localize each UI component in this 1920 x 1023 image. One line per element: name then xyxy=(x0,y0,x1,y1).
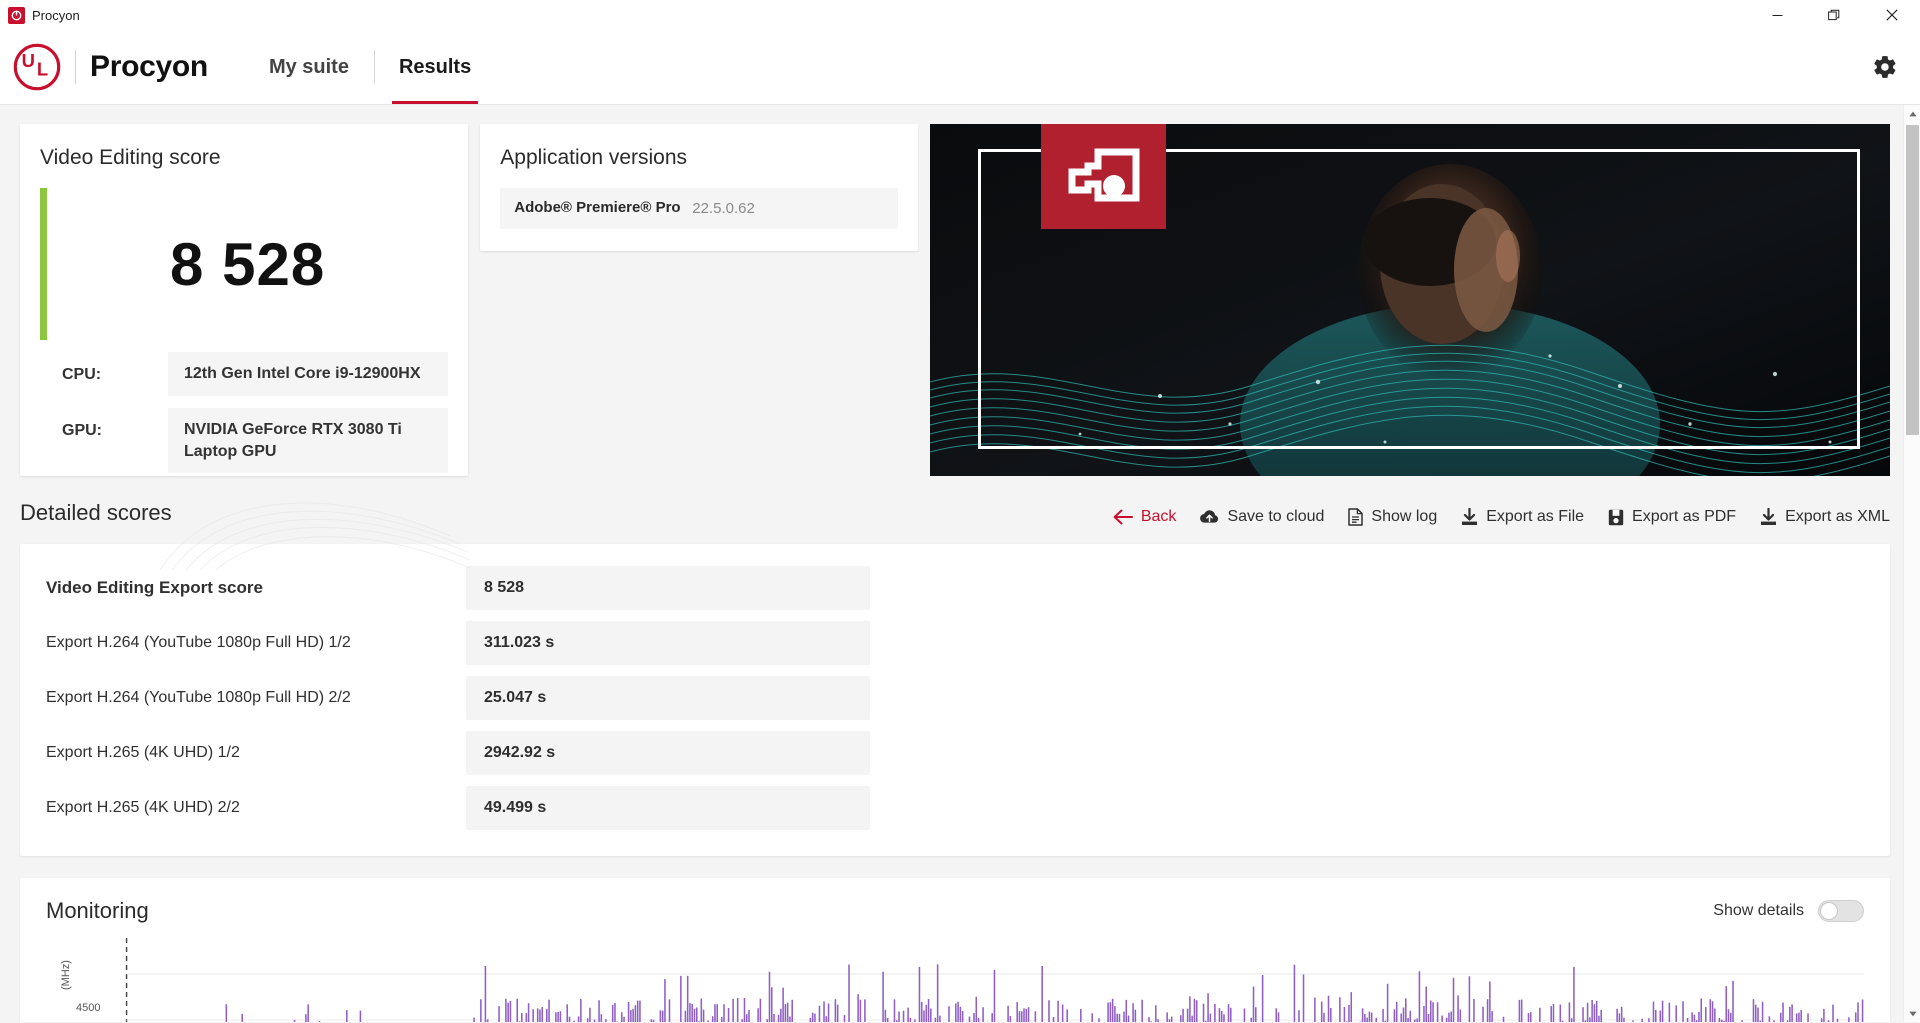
scroll-down-arrow[interactable] xyxy=(1904,1005,1920,1022)
cloud-upload-icon xyxy=(1200,510,1219,523)
detailed-scores-title: Detailed scores xyxy=(20,500,172,525)
monitoring-card: Monitoring Show details (MHz) 4500 xyxy=(20,878,1890,1022)
back-label: Back xyxy=(1140,508,1177,525)
svg-text:L: L xyxy=(37,58,48,79)
monitoring-header: Monitoring Show details xyxy=(46,898,1864,924)
results-toolbar: Back Save to cloud Show log Export as Fi… xyxy=(1113,508,1890,526)
table-row: Export H.264 (YouTube 1080p Full HD) 1/2… xyxy=(46,621,1864,665)
export-as-xml-button[interactable]: Export as XML xyxy=(1760,508,1890,526)
tab-results[interactable]: Results xyxy=(373,30,496,104)
document-icon xyxy=(1348,508,1364,526)
export-as-xml-label: Export as XML xyxy=(1785,508,1890,525)
ul-logo: U L xyxy=(13,43,61,91)
score-card-title: Video Editing score xyxy=(40,146,221,169)
export-as-file-label: Export as File xyxy=(1486,508,1585,525)
score-value: 8 528 xyxy=(170,231,326,298)
cpu-label: CPU: xyxy=(62,366,102,383)
main-nav: My suite Results xyxy=(244,30,496,104)
score-body: 8 528 xyxy=(40,188,448,340)
app-name: Adobe® Premiere® Pro xyxy=(514,199,681,216)
cpu-value: 12th Gen Intel Core i9-12900HX xyxy=(168,352,449,396)
row-label: Export H.264 (YouTube 1080p Full HD) 2/2 xyxy=(46,689,351,706)
row-value: 49.499 s xyxy=(466,786,870,830)
monitoring-trace xyxy=(125,938,1864,1022)
show-details-label: Show details xyxy=(1713,902,1804,919)
show-details-toggle[interactable] xyxy=(1818,900,1864,922)
hero-banner xyxy=(930,124,1890,476)
gpu-value: NVIDIA GeForce RTX 3080 Ti Laptop GPU xyxy=(168,408,449,474)
gpu-label: GPU: xyxy=(62,422,102,439)
show-details-control: Show details xyxy=(1713,900,1864,922)
summary-row: Video Editing score 8 528 CPU: 12th Gen … xyxy=(20,124,1890,476)
tab-results-label: Results xyxy=(398,55,472,78)
scroll-content: Video Editing score 8 528 CPU: 12th Gen … xyxy=(0,105,1920,1022)
score-card: Video Editing score 8 528 CPU: 12th Gen … xyxy=(20,124,469,476)
save-disk-icon xyxy=(1608,509,1624,525)
vertical-scrollbar[interactable] xyxy=(1903,105,1920,1022)
row-value: 311.023 s xyxy=(466,621,870,665)
show-log-label: Show log xyxy=(1371,508,1438,525)
score-accent-bar xyxy=(40,188,47,340)
monitoring-y-axis-label: (MHz) xyxy=(60,960,72,990)
scrollbar-thumb[interactable] xyxy=(1906,125,1919,435)
app-header: U L Procyon My suite Results xyxy=(0,30,1920,105)
row-label: Video Editing Export score xyxy=(46,578,263,597)
restore-icon xyxy=(1828,9,1840,20)
monitoring-y-tick: 4500 xyxy=(76,1002,101,1014)
window-controls xyxy=(1749,0,1920,30)
procyon-power-icon xyxy=(8,6,25,24)
tab-my-suite[interactable]: My suite xyxy=(244,30,374,104)
row-value: 2942.92 s xyxy=(466,731,870,775)
application-versions-title: Application versions xyxy=(500,146,688,169)
window-titlebar: Procyon xyxy=(0,0,1920,30)
application-versions-card: Application versions Adobe® Premiere® Pr… xyxy=(480,124,918,251)
spec-row-cpu: CPU: 12th Gen Intel Core i9-12900HX xyxy=(40,352,449,396)
monitoring-chart: (MHz) 4500 xyxy=(46,938,1864,1022)
row-label: Export H.265 (4K UHD) 1/2 xyxy=(46,744,240,761)
spec-row-gpu: GPU: NVIDIA GeForce RTX 3080 Ti Laptop G… xyxy=(40,408,449,474)
brand-name: Procyon xyxy=(90,50,208,83)
export-as-file-button[interactable]: Export as File xyxy=(1461,508,1584,526)
detailed-scores-bar: Detailed scores Back Save to cloud Show … xyxy=(20,500,1890,571)
detailed-scores-table: Video Editing Export score 8 528 Export … xyxy=(20,544,1890,856)
minimize-icon xyxy=(1772,14,1783,16)
window-title: Procyon xyxy=(32,7,80,23)
back-button[interactable]: Back xyxy=(1113,508,1177,526)
maximize-button[interactable] xyxy=(1806,0,1863,30)
scroll-up-arrow[interactable] xyxy=(1904,105,1920,122)
export-as-pdf-label: Export as PDF xyxy=(1632,508,1737,525)
row-value: 8 528 xyxy=(466,566,870,610)
svg-text:U: U xyxy=(22,50,35,71)
close-icon xyxy=(1885,9,1898,21)
titlebar-left: Procyon xyxy=(0,6,80,24)
table-row: Video Editing Export score 8 528 xyxy=(46,566,1864,610)
app-version-row: Adobe® Premiere® Pro 22.5.0.62 xyxy=(500,188,898,229)
show-log-button[interactable]: Show log xyxy=(1348,508,1437,526)
table-row: Export H.264 (YouTube 1080p Full HD) 2/2… xyxy=(46,676,1864,720)
download-icon xyxy=(1462,508,1478,525)
export-as-pdf-button[interactable]: Export as PDF xyxy=(1608,508,1736,526)
save-to-cloud-button[interactable]: Save to cloud xyxy=(1200,508,1324,526)
settings-button[interactable] xyxy=(1872,30,1920,104)
tab-my-suite-label: My suite xyxy=(268,55,349,78)
gear-icon xyxy=(1874,56,1896,78)
close-button[interactable] xyxy=(1863,0,1920,30)
brand-divider xyxy=(75,50,76,84)
toggle-knob xyxy=(1820,902,1838,920)
arrow-left-icon xyxy=(1113,509,1133,525)
brand-area: U L Procyon xyxy=(0,30,208,104)
save-to-cloud-label: Save to cloud xyxy=(1227,508,1325,525)
row-label: Export H.264 (YouTube 1080p Full HD) 1/2 xyxy=(46,634,351,651)
table-row: Export H.265 (4K UHD) 2/2 49.499 s xyxy=(46,786,1864,830)
video-editing-badge-icon xyxy=(1041,124,1166,229)
row-label: Export H.265 (4K UHD) 2/2 xyxy=(46,799,240,816)
minimize-button[interactable] xyxy=(1749,0,1806,30)
download-icon xyxy=(1761,508,1777,525)
table-row: Export H.265 (4K UHD) 1/2 2942.92 s xyxy=(46,731,1864,775)
app-version: 22.5.0.62 xyxy=(692,199,755,217)
monitoring-title: Monitoring xyxy=(46,898,149,923)
row-value: 25.047 s xyxy=(466,676,870,720)
